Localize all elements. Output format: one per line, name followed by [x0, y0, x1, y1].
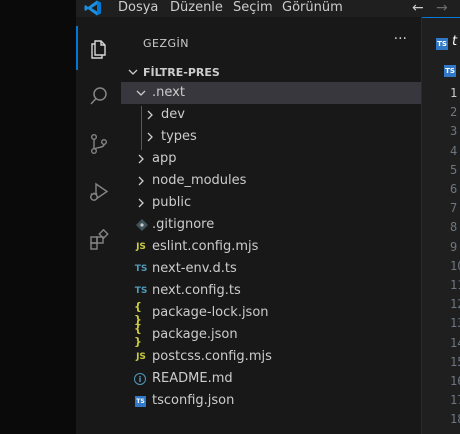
tree-item-label: types [161, 129, 197, 144]
chevron-right-icon [147, 132, 153, 142]
menu-selection[interactable]: Seçim [233, 0, 273, 17]
editor-tab-bar: TS t [422, 17, 460, 52]
ts-file-icon: TS [436, 38, 448, 50]
line-number: 16 [450, 374, 460, 388]
run-debug-activity-button[interactable] [76, 170, 121, 214]
tree-item-label: tsconfig.json [152, 393, 235, 408]
tree-item-label: dev [161, 107, 185, 122]
tree-folder-node-modules[interactable]: node_modules [121, 170, 421, 192]
tree-folder-next[interactable]: .next [121, 82, 421, 104]
tree-item-label: next-env.d.ts [152, 261, 237, 276]
line-number: 3 [450, 124, 458, 139]
vscode-logo-icon [84, 0, 101, 16]
tree-folder-app[interactable]: app [121, 148, 421, 170]
chevron-right-icon [138, 154, 144, 164]
line-number: 17 [450, 393, 460, 408]
tree-item-label: public [152, 195, 192, 210]
chevron-right-icon [147, 110, 153, 120]
tree-folder-types[interactable]: types [121, 126, 421, 148]
menu-edit[interactable]: Düzenle [170, 0, 223, 17]
tree-folder-dev[interactable]: dev [121, 104, 421, 126]
line-number: 1 [450, 86, 458, 100]
explorer-title: GEZGİN [143, 37, 190, 50]
js-file-icon: JS [136, 242, 146, 252]
run-debug-icon [89, 182, 108, 201]
line-number: 2 [450, 105, 458, 120]
tree-item-label: README.md [152, 371, 233, 386]
tree-file-next-config[interactable]: TS next.config.ts [121, 280, 421, 302]
tsconfig-file-icon: TS [135, 396, 146, 407]
menu-view[interactable]: Görünüm [282, 0, 343, 17]
line-number: 4 [450, 143, 458, 158]
tree-item-label: .gitignore [152, 217, 215, 232]
line-number: 7 [450, 201, 458, 216]
chevron-down-icon [128, 69, 138, 75]
tree-item-label: node_modules [152, 173, 247, 188]
search-icon [89, 87, 107, 105]
tree-item-label: package-lock.json [152, 305, 269, 320]
editor-area: TS t TS 123456789101112131415161718 [422, 17, 460, 434]
extensions-activity-button[interactable] [76, 218, 121, 262]
line-number: 12 [450, 297, 460, 312]
line-number: 18 [450, 412, 460, 427]
json-file-icon: { } [134, 322, 142, 348]
ts-file-icon: TS [134, 264, 148, 274]
files-icon [90, 40, 106, 59]
tree-file-gitignore[interactable]: .gitignore [121, 214, 421, 236]
more-actions-icon[interactable]: ··· [394, 31, 407, 47]
line-number: 13 [450, 316, 460, 331]
explorer-activity-button[interactable] [76, 26, 121, 70]
line-number: 5 [450, 162, 458, 177]
tree-file-next-env[interactable]: TS next-env.d.ts [121, 258, 421, 280]
tree-file-postcss-config[interactable]: JS postcss.config.mjs [121, 346, 421, 368]
breadcrumb-ts-icon[interactable]: TS [444, 65, 456, 77]
back-arrow-icon[interactable]: ← [412, 0, 424, 17]
source-control-activity-button[interactable] [76, 122, 121, 166]
activity-bar [76, 17, 121, 434]
tree-item-label: postcss.config.mjs [152, 349, 272, 364]
tree-file-package-lock[interactable]: { } package-lock.json [121, 300, 421, 326]
extensions-icon [89, 229, 109, 250]
editor-tab[interactable]: TS t [422, 17, 460, 52]
chevron-right-icon [138, 176, 144, 186]
tree-item-label: package.json [152, 327, 238, 342]
source-control-icon [90, 134, 107, 154]
line-number: 10 [450, 258, 460, 273]
json-file-icon: { } [134, 300, 142, 326]
workspace-section-header[interactable]: FİLTRE-PRES [121, 62, 421, 84]
chevron-down-icon [136, 90, 146, 96]
line-number: 15 [450, 354, 460, 369]
search-activity-button[interactable] [76, 74, 121, 118]
line-number: 9 [450, 239, 458, 254]
js-file-icon: JS [136, 352, 146, 362]
tree-folder-public[interactable]: public [121, 192, 421, 214]
tree-item-label: app [152, 151, 177, 166]
tree-file-readme[interactable]: i README.md [121, 368, 421, 390]
info-file-icon: i [134, 373, 146, 385]
tree-item-label: next.config.ts [152, 283, 241, 298]
title-bar: Dosya Düzenle Seçim Görünüm ← → [76, 0, 460, 17]
screen-margin [0, 0, 76, 434]
line-number: 8 [450, 220, 458, 235]
forward-arrow-icon[interactable]: → [436, 0, 448, 17]
active-indicator [76, 26, 78, 70]
line-number: 14 [450, 335, 460, 350]
line-number: 11 [450, 278, 460, 292]
tree-file-eslint-config[interactable]: JS eslint.config.mjs [121, 236, 421, 258]
workspace-title: FİLTRE-PRES [143, 66, 220, 79]
explorer-sidebar: GEZGİN ··· FİLTRE-PRES .next dev types a… [121, 17, 422, 434]
tree-file-tsconfig[interactable]: TS tsconfig.json [121, 390, 421, 412]
git-file-icon [136, 219, 148, 231]
tab-title: t [452, 34, 458, 49]
line-number: 6 [450, 182, 458, 196]
menu-file[interactable]: Dosya [118, 0, 158, 17]
tree-item-label: .next [152, 85, 185, 100]
chevron-right-icon [138, 198, 144, 208]
tree-item-label: eslint.config.mjs [152, 239, 259, 254]
tree-file-package-json[interactable]: { } package.json [121, 322, 421, 348]
ts-file-icon: TS [134, 286, 148, 296]
